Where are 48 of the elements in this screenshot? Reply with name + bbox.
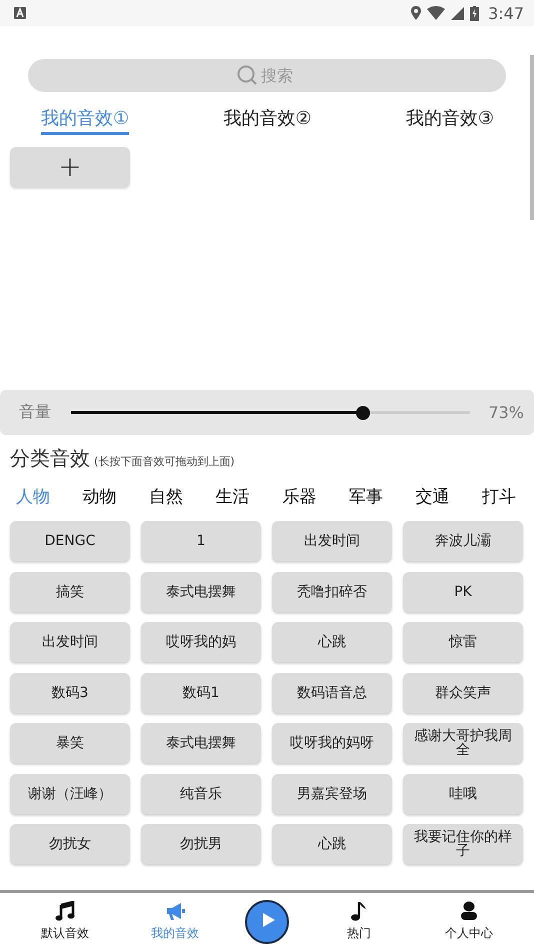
sound-button[interactable]: 泰式电摆舞 bbox=[141, 572, 261, 612]
category-tab[interactable]: 交通 bbox=[415, 483, 450, 509]
sound-button[interactable]: PK bbox=[403, 572, 523, 612]
category-tab[interactable]: 生活 bbox=[216, 483, 250, 509]
sound-button[interactable]: 心跳 bbox=[272, 622, 392, 662]
sound-button[interactable]: 搞笑 bbox=[10, 572, 130, 612]
section-title: 分类音效 bbox=[10, 445, 90, 472]
section-hint: (长按下面音效可拖动到上面) bbox=[94, 454, 235, 469]
nav-tab[interactable]: 默认音效 bbox=[25, 901, 105, 942]
category-tab[interactable]: 军事 bbox=[348, 483, 383, 509]
category-tab[interactable]: 动物 bbox=[82, 483, 117, 509]
volume-reading: 73% bbox=[488, 403, 524, 422]
sound-button[interactable]: 纯音乐 bbox=[141, 774, 261, 814]
sound-button[interactable]: 秃噜扣碎否 bbox=[272, 572, 392, 612]
sound-button[interactable]: 男嘉宾登场 bbox=[272, 774, 392, 814]
tab[interactable]: 我的音效② bbox=[223, 106, 312, 135]
sound-button[interactable]: 惊雷 bbox=[403, 622, 523, 662]
tab[interactable]: 我的音效③ bbox=[406, 106, 494, 135]
nav-tab[interactable]: 我的音效 bbox=[135, 901, 215, 942]
volume-label: 音量 bbox=[19, 402, 52, 423]
sound-button[interactable]: 出发时间 bbox=[272, 521, 392, 561]
category-tab[interactable]: 乐器 bbox=[282, 483, 316, 509]
sound-button[interactable]: DENGC bbox=[10, 521, 130, 561]
sound-button[interactable]: 出发时间 bbox=[10, 622, 130, 662]
sound-button[interactable]: 谢谢（汪峰） bbox=[10, 774, 130, 814]
category-tab[interactable]: 打斗 bbox=[482, 483, 516, 509]
sound-button[interactable]: 哎呀我的妈呀 bbox=[272, 723, 392, 763]
sound-button[interactable]: 感谢大哥护我周全 bbox=[403, 723, 523, 763]
nav-tab[interactable]: 个人中心 bbox=[429, 901, 509, 942]
sound-button[interactable]: 哇哦 bbox=[403, 774, 523, 814]
sound-button[interactable]: 群众笑声 bbox=[403, 672, 523, 712]
sound-button[interactable]: 暴笑 bbox=[10, 723, 130, 763]
sound-button[interactable]: 泰式电摆舞 bbox=[141, 723, 261, 763]
sound-button[interactable]: 勿扰女 bbox=[10, 824, 130, 864]
add-button[interactable]: + bbox=[10, 147, 130, 187]
sound-button[interactable]: 奔波儿灞 bbox=[403, 521, 523, 561]
search-field[interactable]: 搜索 bbox=[28, 59, 506, 92]
sound-button[interactable]: 我要记住你的样子 bbox=[403, 824, 523, 864]
nav-tab[interactable]: 热门 bbox=[319, 901, 399, 942]
clock-time: 3:47 bbox=[488, 4, 524, 22]
sound-button[interactable]: 勿扰男 bbox=[141, 824, 261, 864]
sound-button[interactable]: 哎呀我的妈 bbox=[141, 622, 261, 662]
category-tab[interactable]: 自然 bbox=[149, 483, 184, 509]
sound-button[interactable]: 1 bbox=[141, 521, 261, 561]
sound-button[interactable]: 数码3 bbox=[10, 672, 130, 712]
sound-button[interactable]: 数码1 bbox=[141, 672, 261, 712]
sound-button[interactable]: 数码语音总 bbox=[272, 672, 392, 712]
sound-button[interactable]: 心跳 bbox=[272, 824, 392, 864]
